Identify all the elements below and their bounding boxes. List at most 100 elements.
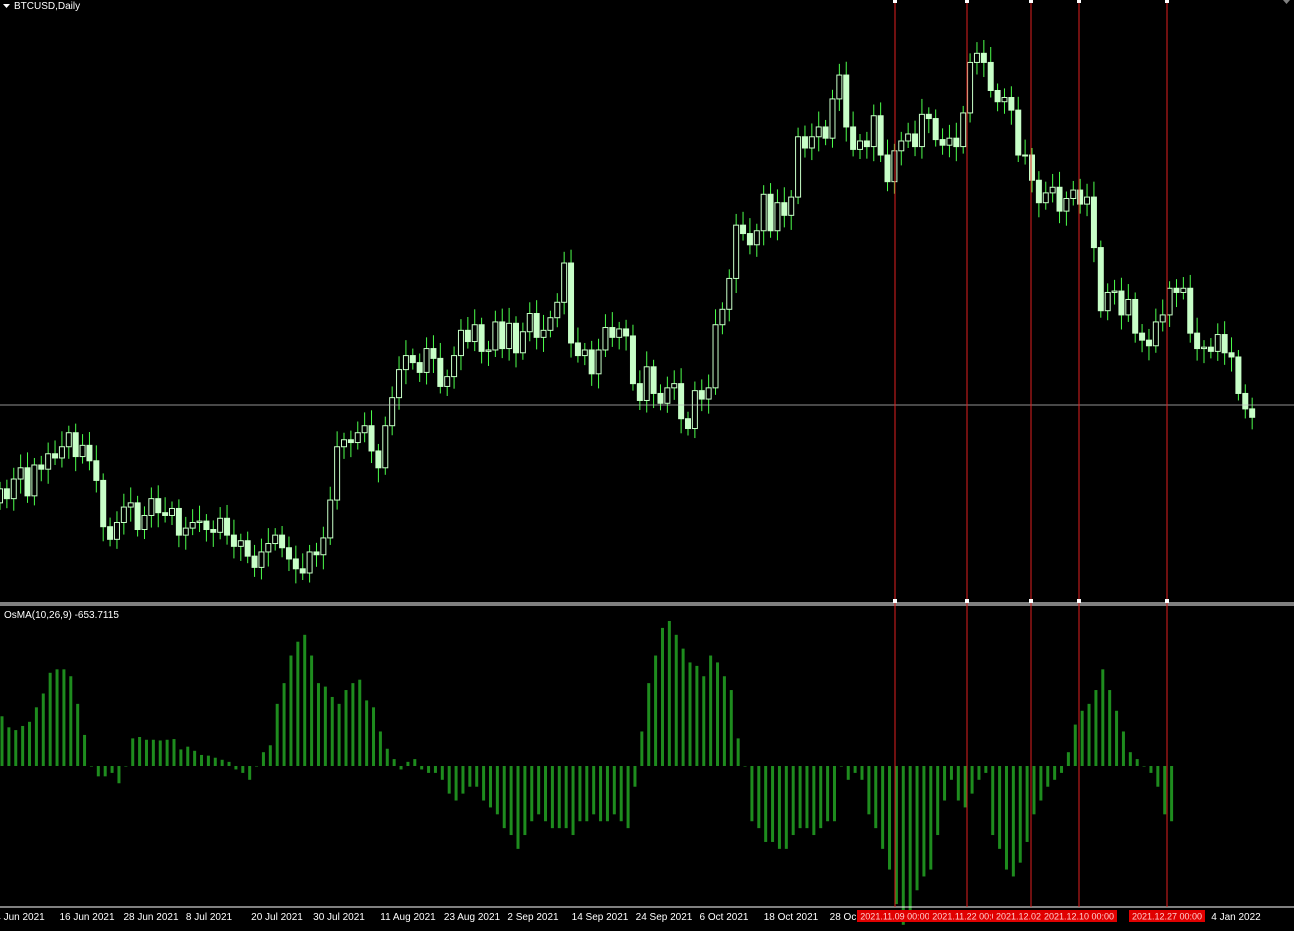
candle-body [609,327,616,338]
candle-body [113,521,120,540]
candle-body [320,537,327,556]
osma-bar [172,739,176,766]
candle-body [774,202,781,232]
candle-body [299,568,306,574]
osma-bar [564,766,568,829]
osma-bar [28,721,32,766]
candle-body [396,369,403,399]
vertical-line-handle-top[interactable] [1029,0,1033,3]
candle-body [581,349,588,357]
osma-bar [537,766,541,815]
osma-bar [1108,690,1112,766]
osma-bar [832,766,836,822]
osma-bar [502,766,506,829]
osma-bar [454,766,458,801]
time-axis-label: 4 Jun 2021 [0,912,45,923]
osma-bar [138,737,142,766]
candle-body [815,126,822,138]
candle-body [671,383,678,389]
candle-body [795,136,802,198]
vertical-line-handle-bottom[interactable] [1029,599,1033,603]
osma-bar [165,739,169,766]
osma-bar [853,766,857,773]
candle-body [409,355,416,364]
osma-bar [722,676,726,766]
candle-body [416,362,423,373]
candle-body [994,89,1001,103]
candle-body [347,439,354,444]
candle-body [781,202,788,216]
osma-bar [186,746,190,766]
osma-bar [351,683,355,766]
candle-body [740,224,747,235]
osma-bar [365,700,369,766]
candle-body [588,349,595,375]
osma-bar [956,766,960,801]
candle-body [719,308,726,326]
osma-bar [296,641,300,766]
candle-body [230,534,237,547]
osma-bar [1025,766,1029,842]
vertical-line-handle-bottom[interactable] [965,599,969,603]
osma-bar [289,655,293,766]
candle-body [1029,154,1035,181]
osma-bar [323,686,327,766]
candle-body [650,366,657,394]
osma-bar [936,766,940,836]
chart-header: BTCUSD,Daily [3,1,80,12]
osma-bar [764,766,768,842]
osma-bar [158,740,162,766]
osma-bar [516,766,520,849]
osma-bar [21,725,25,766]
vertical-line-handle-top[interactable] [965,0,969,3]
osma-bar [103,766,107,777]
osma-bar [523,766,527,836]
osma-bar [385,748,389,766]
osma-bar [1053,766,1057,780]
osma-bar [915,766,919,891]
vertical-line-handle-bottom[interactable] [1077,599,1081,603]
candle-body [389,397,396,427]
vertical-line-handle-bottom[interactable] [1165,599,1169,603]
candle-body [554,301,561,319]
osma-bar [220,759,224,766]
candle [960,105,967,154]
vertical-line-handle-top[interactable] [893,0,897,3]
vertical-line-handle-top[interactable] [1165,0,1169,3]
candle-body [45,453,52,470]
candle-body [0,488,3,504]
osma-bar [1004,766,1008,870]
osma-bar [949,766,953,780]
osma-bar [777,766,781,849]
candle-body [973,52,980,63]
candle-body [912,133,919,148]
osma-bar [1046,766,1050,787]
vertical-line-label: 2021.11.22 00:00 [932,912,1001,922]
candle-body [451,355,458,378]
osma-bar [557,766,561,829]
osma-bar [261,752,265,766]
candle-body [939,139,946,146]
candle-body [1166,287,1173,316]
candle-body [1242,392,1249,410]
candle-body [506,322,513,350]
osma-bar [702,676,706,766]
osma-bar [605,766,609,822]
osma-bar [667,621,671,766]
osma-bar [743,766,747,767]
candle-body [595,349,602,375]
candle-body [519,331,526,354]
osma-bar [1018,766,1022,863]
vertical-line-handle-bottom[interactable] [893,599,897,603]
candle-body [1070,189,1077,199]
chart-title: BTCUSD,Daily [14,1,80,12]
trading-chart[interactable]: BTCUSD,Daily OsMA(10,26,9) -653.7115 4 J… [0,0,1294,931]
candle-body [1201,346,1207,350]
osma-bar [406,761,410,766]
candle-body [987,61,994,91]
candle [382,416,389,475]
candle-body [272,534,279,545]
time-axis-label: 11 Aug 2021 [380,912,436,923]
osma-bar [337,703,341,766]
vertical-line-handle-top[interactable] [1077,0,1081,3]
